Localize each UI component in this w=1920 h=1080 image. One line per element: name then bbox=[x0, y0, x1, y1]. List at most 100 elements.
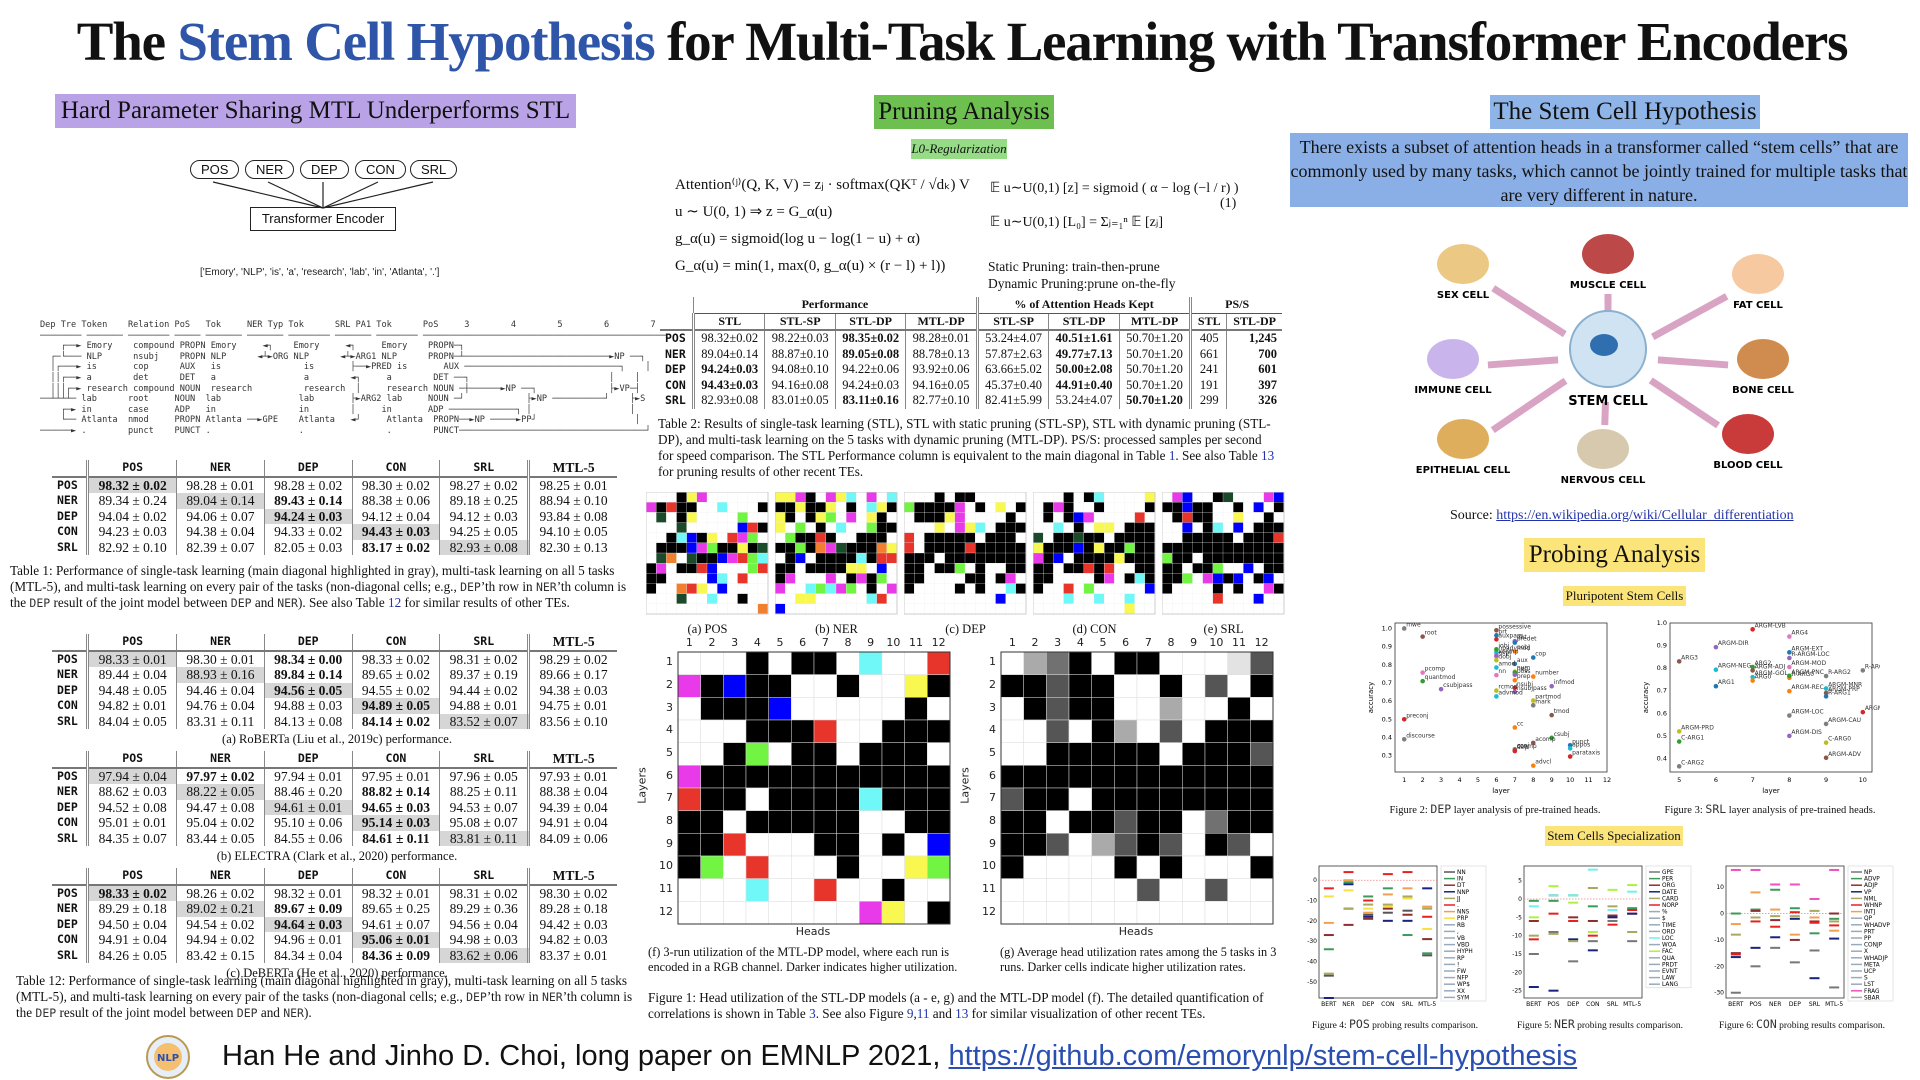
heatmap-cell bbox=[1227, 765, 1251, 789]
table-cell: 94.82 ± 0.01 bbox=[87, 698, 177, 714]
heatmap-cell bbox=[795, 512, 806, 523]
caption-text: ). See also Table bbox=[297, 595, 388, 610]
heatmap-cell bbox=[791, 855, 815, 879]
heatmap-cell bbox=[954, 512, 966, 523]
heatmap-cell bbox=[1204, 787, 1228, 811]
heatmap-cell bbox=[836, 787, 860, 811]
caption-text: result of the joint model between bbox=[50, 595, 231, 610]
heatmap-cell bbox=[1015, 603, 1027, 615]
heatmap-cell bbox=[666, 542, 677, 554]
heatmap-cell bbox=[686, 593, 698, 605]
reference-link[interactable]: 11 bbox=[917, 1006, 930, 1021]
github-link[interactable]: https://github.com/emorynlp/stem-cell-hy… bbox=[949, 1040, 1578, 1072]
heatmap-cell bbox=[785, 552, 796, 564]
series-mark bbox=[1363, 917, 1374, 920]
heatmap-cell bbox=[1023, 901, 1047, 925]
table-cell: 397 bbox=[1226, 377, 1282, 393]
caption-text: for pruning results of other recent TEs. bbox=[658, 464, 864, 479]
heatmap-cell bbox=[964, 492, 976, 503]
heatmap-cell bbox=[646, 552, 657, 564]
caption-text: layer analysis of pre-trained heads. bbox=[1726, 805, 1876, 816]
x-tick: 9 bbox=[1190, 636, 1198, 649]
column-header: STL bbox=[692, 313, 765, 331]
heatmap-cell bbox=[904, 697, 928, 721]
heatmap-cell bbox=[1162, 573, 1173, 584]
series-mark bbox=[1809, 932, 1820, 935]
table-cell: 84.55 ± 0.06 bbox=[263, 830, 353, 846]
point-label: ARGM-DIS bbox=[1791, 729, 1822, 736]
point-label: ARGM-DIR bbox=[1718, 640, 1749, 647]
table-cell: 94.24 ± 0.03 bbox=[263, 508, 353, 524]
caption-text: DEP bbox=[1430, 802, 1452, 816]
table-1: POS NER DEP CON SRL MTL-5 POS 98.32 ± 0.02 98.28… bbox=[52, 460, 617, 555]
reference-link[interactable]: 13 bbox=[1261, 448, 1274, 463]
series-mark bbox=[1607, 920, 1618, 922]
heatmap-cell bbox=[934, 583, 946, 595]
heatmap-cell bbox=[686, 522, 698, 534]
heatmap-cell bbox=[835, 522, 847, 534]
heatmap-cell bbox=[775, 583, 786, 595]
heatmap-cell bbox=[815, 502, 827, 513]
heatmap-cell bbox=[836, 674, 860, 698]
heatmap-cell bbox=[954, 552, 966, 564]
heatmap-cell bbox=[1159, 765, 1183, 789]
heatmap-cell bbox=[1250, 878, 1274, 902]
row-label: NER bbox=[52, 667, 90, 683]
heatmap-cell bbox=[1091, 810, 1115, 834]
corner-cell bbox=[52, 868, 90, 886]
series-mark bbox=[1568, 916, 1579, 919]
table-row: POS 98.32 ± 0.02 98.28 ± 0.01 98.28 ± 0.02 9… bbox=[52, 476, 617, 493]
column-header: POS bbox=[87, 751, 177, 769]
heatmap-cell bbox=[985, 532, 996, 544]
table-cell: 97.97 ± 0.02 bbox=[176, 767, 265, 784]
heatmap-cell bbox=[815, 603, 827, 615]
y-tick: 0.6 bbox=[1382, 697, 1392, 705]
series-mark bbox=[1809, 977, 1820, 980]
heatmap-cell bbox=[1162, 593, 1173, 605]
heatmap-cell bbox=[1068, 719, 1092, 743]
heatmap-cell bbox=[1114, 901, 1138, 925]
group-header: Performance bbox=[693, 297, 978, 314]
reference-link[interactable]: 12 bbox=[388, 595, 401, 610]
heatmap-cell bbox=[813, 697, 837, 721]
heatmap-cell bbox=[791, 742, 815, 766]
heatmap-cell bbox=[1192, 522, 1204, 534]
y-tick: 5 bbox=[989, 746, 996, 759]
heatmap-cell bbox=[914, 492, 925, 503]
heatmap-cell bbox=[1063, 552, 1075, 564]
heatmap-cell bbox=[1068, 787, 1092, 811]
y-tick: 11 bbox=[659, 882, 673, 895]
x-tick: 1 bbox=[685, 636, 693, 649]
table-cell: 98.28 ± 0.02 bbox=[263, 476, 353, 493]
x-tick: SRL bbox=[1402, 1001, 1414, 1008]
column-header: SRL bbox=[439, 634, 529, 652]
table-cell: 50.70±1.20 bbox=[1118, 393, 1191, 409]
heatmap-cell bbox=[944, 492, 956, 503]
heatmap-cell bbox=[785, 563, 796, 574]
table-cell: 89.18 ± 0.25 bbox=[439, 493, 529, 509]
point-label: parataxis bbox=[1572, 750, 1600, 757]
reference-link[interactable]: Liu et al., 2019c bbox=[297, 732, 379, 746]
heatmap-cell bbox=[706, 583, 718, 595]
heatmap-cell bbox=[886, 512, 898, 523]
heatmap-cell bbox=[813, 765, 837, 789]
heatmap-cell bbox=[795, 552, 806, 564]
heatmap-cell bbox=[914, 552, 925, 564]
table-cell: 241 bbox=[1189, 362, 1227, 378]
heatmap-cell bbox=[1104, 603, 1115, 615]
reference-link[interactable]: 13 bbox=[955, 1006, 968, 1021]
source-link[interactable]: https://en.wikipedia.org/wiki/Cellular_d… bbox=[1496, 508, 1793, 523]
reference-link[interactable]: Clark et al., 2020 bbox=[297, 849, 383, 863]
y-tick: 9 bbox=[666, 836, 673, 850]
heatmap-cell bbox=[1222, 522, 1234, 534]
caption-text: DEP bbox=[466, 990, 487, 1004]
x-tick: 12 bbox=[931, 636, 946, 649]
heatmap-cell bbox=[835, 502, 847, 513]
heatmap-cell bbox=[954, 583, 966, 595]
caption-text: probing results comparison. bbox=[1574, 1021, 1683, 1031]
heatmap-cell bbox=[954, 603, 966, 615]
reference-link[interactable]: 3 bbox=[809, 1006, 816, 1021]
table-cell: 50.70±1.20 bbox=[1118, 362, 1191, 378]
point-label: R-ARGM-TMP bbox=[1865, 663, 1880, 670]
series-mark bbox=[1789, 907, 1800, 910]
